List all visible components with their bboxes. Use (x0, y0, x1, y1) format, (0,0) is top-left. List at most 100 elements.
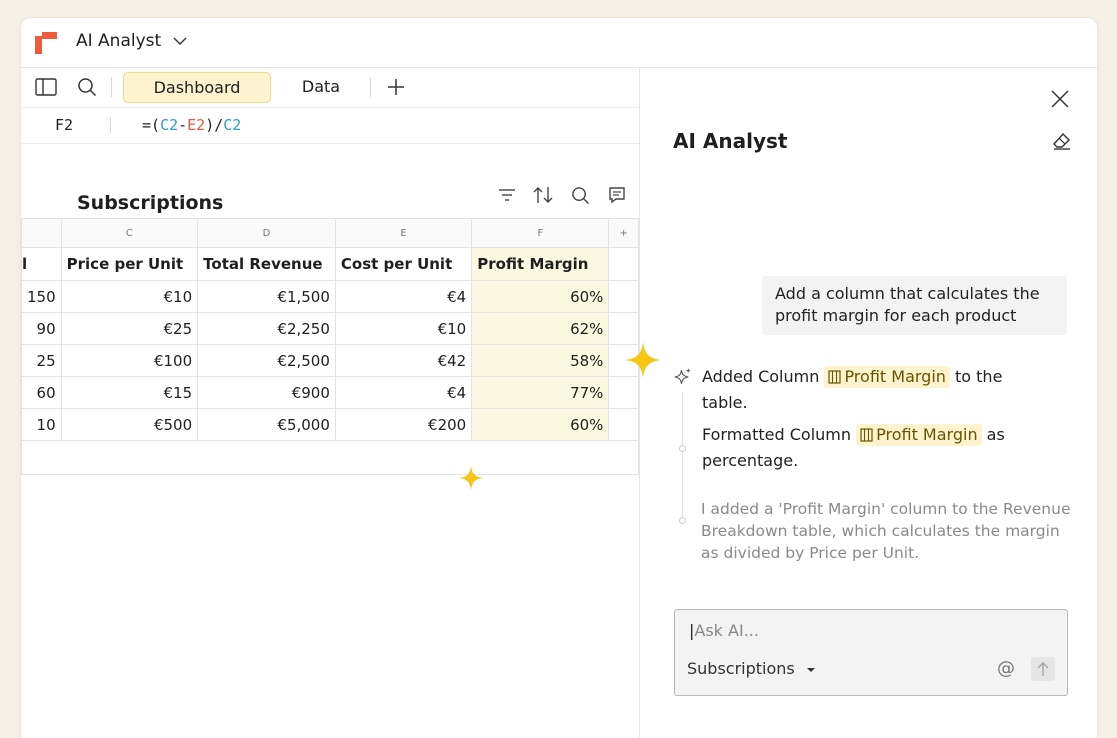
header-row: l Price per Unit Total Revenue Cost per … (21, 247, 639, 281)
table-cell[interactable]: €4 (334, 280, 473, 313)
table-cell[interactable]: 25 (21, 344, 62, 377)
table-cell[interactable] (608, 376, 639, 409)
table-cell[interactable] (608, 408, 639, 441)
ai-panel: AI Analyst Add a column that calculates … (640, 67, 1097, 738)
comment-icon[interactable] (606, 184, 628, 206)
toolbar-divider (111, 77, 112, 97)
cell-reference: F2 (55, 116, 74, 134)
table-cell[interactable]: €100 (60, 344, 199, 377)
empty-row-cell[interactable] (21, 440, 639, 475)
table-cell[interactable]: €2,500 (197, 344, 336, 377)
table-cell[interactable]: €25 (60, 312, 199, 345)
table-cell[interactable]: 77% (471, 376, 610, 409)
formula-ref: C2 (223, 116, 242, 134)
table-cell[interactable]: 60% (471, 408, 610, 441)
spreadsheet-pane: Dashboard Data F2 =(C2-E2)/C2 Subscripti… (21, 67, 640, 738)
ai-action-text: percentage. (702, 451, 799, 470)
column-header[interactable]: Price per Unit (60, 247, 199, 281)
table-cell[interactable]: €1,500 (197, 280, 336, 313)
table-cell[interactable]: 90 (21, 312, 62, 345)
title-bar: AI Analyst (21, 18, 1097, 68)
table-cell[interactable]: 150 (21, 280, 62, 313)
data-table: C D E F + l Price per Unit Total Revenue… (21, 218, 639, 475)
app-logo (35, 32, 57, 54)
context-label: Subscriptions (687, 659, 795, 678)
caret-down-icon (806, 668, 815, 672)
column-chip[interactable]: Profit Margin (824, 366, 950, 388)
table-row: 60 €15 €900 €4 77% (21, 376, 639, 409)
ai-action-text: to the (955, 367, 1003, 386)
table-cell[interactable]: 62% (471, 312, 610, 345)
formula-text[interactable]: =(C2-E2)/C2 (142, 116, 241, 134)
column-header[interactable]: Cost per Unit (334, 247, 473, 281)
table-cell[interactable]: 60% (471, 280, 610, 313)
sheet-toolbar: Dashboard Data (21, 67, 639, 108)
ask-ai-input[interactable]: |Ask AI... (689, 621, 759, 640)
table-cell[interactable]: €5,000 (197, 408, 336, 441)
ask-ai-placeholder: Ask AI... (694, 621, 759, 640)
arrow-up-icon (1037, 661, 1049, 676)
formula-part: - (178, 116, 188, 134)
ai-action-text: as (986, 425, 1005, 444)
mention-icon[interactable]: @ (997, 658, 1015, 679)
table-search-icon[interactable] (569, 184, 591, 206)
tab-label: Data (301, 77, 341, 96)
close-icon[interactable] (1048, 87, 1072, 111)
formula-bar[interactable]: F2 =(C2-E2)/C2 (21, 107, 639, 144)
table-row: 25 €100 €2,500 €42 58% (21, 344, 639, 377)
table-cell[interactable]: €200 (334, 408, 473, 441)
table-cell[interactable] (608, 312, 639, 345)
column-header[interactable]: l (21, 247, 62, 281)
table-cell[interactable]: €4 (334, 376, 473, 409)
formula-divider (110, 117, 111, 133)
table-cell[interactable]: 58% (471, 344, 610, 377)
column-header[interactable]: Profit Margin (471, 247, 610, 281)
table-cell[interactable]: 10 (21, 408, 62, 441)
table-title: Subscriptions (77, 192, 224, 214)
table-cell[interactable] (608, 280, 639, 313)
chip-label: Profit Margin (876, 425, 978, 444)
table-cell[interactable]: €15 (60, 376, 199, 409)
tab-data[interactable]: Data (279, 72, 363, 101)
column-header[interactable]: Total Revenue (197, 247, 336, 281)
table-cell[interactable]: €2,250 (197, 312, 336, 345)
send-button[interactable] (1031, 657, 1055, 681)
column-letter-row: C D E F + (21, 218, 639, 248)
context-selector[interactable]: Subscriptions (687, 659, 816, 678)
column-icon (828, 370, 842, 384)
formula-part: =( (142, 116, 161, 134)
table-cell[interactable]: €500 (60, 408, 199, 441)
app-title: AI Analyst (76, 31, 162, 51)
panel-title: AI Analyst (673, 129, 788, 153)
app-menu[interactable]: AI Analyst (76, 31, 187, 51)
formula-part: )/ (205, 116, 224, 134)
table-row: 10 €500 €5,000 €200 60% (21, 408, 639, 441)
column-letter[interactable]: C (60, 218, 199, 248)
tab-dashboard[interactable]: Dashboard (123, 72, 271, 103)
add-row[interactable] (21, 440, 639, 475)
column-letter[interactable]: D (197, 218, 336, 248)
table-cell[interactable]: €10 (334, 312, 473, 345)
column-header (608, 247, 639, 281)
filter-icon[interactable] (496, 184, 518, 206)
search-icon[interactable] (75, 76, 99, 98)
add-column-button[interactable]: + (608, 218, 639, 248)
column-letter[interactable]: E (334, 218, 473, 248)
table-cell[interactable]: 60 (21, 376, 62, 409)
eraser-icon[interactable] (1050, 129, 1074, 153)
table-cell[interactable]: €10 (60, 280, 199, 313)
column-letter[interactable] (21, 218, 62, 248)
user-message: Add a column that calculates the profit … (762, 276, 1067, 335)
ai-action: Added Column Profit Margin to the table. (702, 364, 1072, 416)
table-row: 90 €25 €2,250 €10 62% (21, 312, 639, 345)
column-letter[interactable]: F (471, 218, 610, 248)
sort-icon[interactable] (531, 183, 555, 207)
column-chip[interactable]: Profit Margin (856, 424, 982, 446)
toolbar-divider (370, 77, 371, 97)
sidebar-toggle-icon[interactable] (34, 76, 58, 98)
add-tab-icon[interactable] (385, 76, 407, 98)
table-cell[interactable]: €42 (334, 344, 473, 377)
table-cell[interactable]: €900 (197, 376, 336, 409)
formula-ref: C2 (160, 116, 179, 134)
ask-ai-box: |Ask AI... Subscriptions @ (674, 609, 1068, 696)
